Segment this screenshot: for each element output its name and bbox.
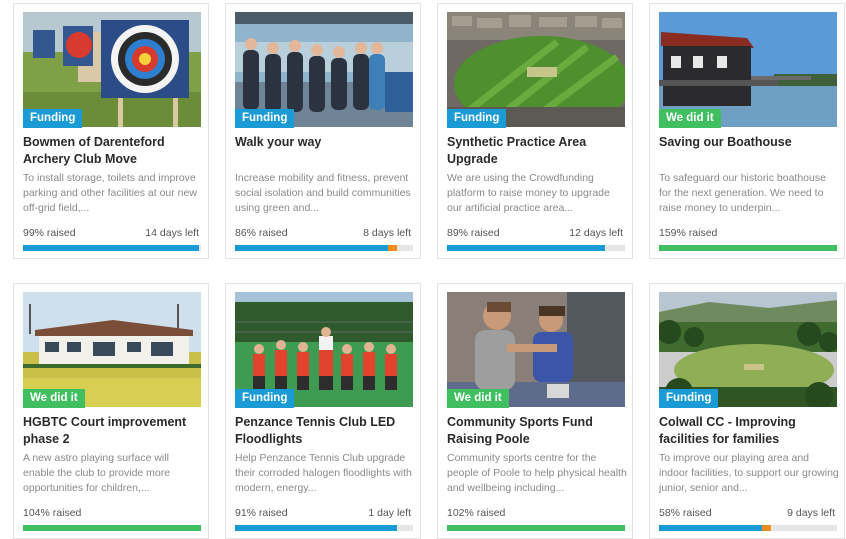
project-description: We are using the Crowdfunding platform t… bbox=[447, 172, 610, 214]
project-description: Community sports centre for the people o… bbox=[447, 452, 627, 494]
project-description: To improve our playing area and indoor f… bbox=[659, 452, 839, 494]
raised-percentage: 102% raised bbox=[447, 507, 506, 519]
days-left: 12 days left bbox=[569, 227, 623, 239]
days-left: 14 days left bbox=[145, 227, 199, 239]
progress-fill bbox=[235, 245, 389, 251]
progress-fill bbox=[447, 525, 625, 531]
raised-percentage: 104% raised bbox=[23, 507, 82, 519]
raised-percentage: 91% raised bbox=[235, 507, 288, 519]
progress-bar bbox=[659, 245, 837, 251]
progress-fill bbox=[23, 525, 201, 531]
funding-badge: Funding bbox=[659, 389, 719, 408]
progress-fill bbox=[447, 245, 606, 251]
project-title[interactable]: Synthetic Practice Area Upgrade bbox=[447, 134, 627, 168]
project-title[interactable]: Walk your way bbox=[235, 134, 415, 151]
success-badge: We did it bbox=[659, 109, 721, 128]
progress-bar bbox=[659, 525, 837, 531]
project-title[interactable]: Colwall CC - Improving facilities for fa… bbox=[659, 414, 839, 448]
project-title[interactable]: Penzance Tennis Club LED Floodlights bbox=[235, 414, 415, 448]
project-card[interactable]: Funding Synthetic Practice Area Upgrade We… bbox=[437, 3, 633, 259]
raised-percentage: 99% raised bbox=[23, 227, 76, 239]
raised-percentage: 159% raised bbox=[659, 227, 718, 239]
funding-badge: Funding bbox=[447, 109, 507, 128]
progress-bar bbox=[23, 245, 201, 251]
success-badge: We did it bbox=[447, 389, 509, 408]
project-title[interactable]: Community Sports Fund Raising Poole bbox=[447, 414, 627, 448]
funding-badge: Funding bbox=[23, 109, 83, 128]
success-badge: We did it bbox=[23, 389, 85, 408]
project-description: Increase mobility and fitness, prevent s… bbox=[235, 172, 411, 214]
progress-bar bbox=[447, 525, 625, 531]
project-card[interactable]: Funding Bowmen of Darenteford Archery Clu… bbox=[13, 3, 209, 259]
progress-bar bbox=[235, 245, 413, 251]
days-left: 8 days left bbox=[363, 227, 411, 239]
progress-bar bbox=[235, 525, 413, 531]
project-card[interactable]: We did it HGBTC Court improvement phase 2… bbox=[13, 283, 209, 539]
progress-pending-segment bbox=[762, 525, 772, 531]
progress-fill bbox=[659, 245, 837, 251]
project-card[interactable]: Funding Penzance Tennis Club LED Floodlig… bbox=[225, 283, 421, 539]
project-title[interactable]: Bowmen of Darenteford Archery Club Move bbox=[23, 134, 203, 168]
project-title[interactable]: Saving our Boathouse bbox=[659, 134, 839, 151]
progress-bar bbox=[23, 525, 201, 531]
days-left: 9 days left bbox=[787, 507, 835, 519]
project-description: A new astro playing surface will enable … bbox=[23, 452, 171, 494]
project-description: Help Penzance Tennis Club upgrade their … bbox=[235, 452, 412, 494]
progress-bar bbox=[447, 245, 625, 251]
funding-badge: Funding bbox=[235, 109, 295, 128]
raised-percentage: 86% raised bbox=[235, 227, 288, 239]
days-left: 1 day left bbox=[368, 507, 411, 519]
project-card[interactable]: Funding Colwall CC - Improving facilities… bbox=[649, 283, 845, 539]
progress-fill bbox=[659, 525, 763, 531]
project-title[interactable]: HGBTC Court improvement phase 2 bbox=[23, 414, 203, 448]
progress-pending-segment bbox=[388, 245, 397, 251]
funding-badge: Funding bbox=[235, 389, 295, 408]
project-card[interactable]: We did it Saving our Boathouse To safeguar… bbox=[649, 3, 845, 259]
raised-percentage: 58% raised bbox=[659, 507, 712, 519]
project-description: To safeguard our historic boathouse for … bbox=[659, 172, 826, 214]
project-description: To install storage, toilets and improve … bbox=[23, 172, 197, 214]
project-card[interactable]: We did it Community Sports Fund Raising P… bbox=[437, 283, 633, 539]
raised-percentage: 89% raised bbox=[447, 227, 500, 239]
progress-fill bbox=[235, 525, 397, 531]
progress-fill bbox=[23, 245, 200, 251]
project-card[interactable]: Funding Walk your way Increase mobility an… bbox=[225, 3, 421, 259]
